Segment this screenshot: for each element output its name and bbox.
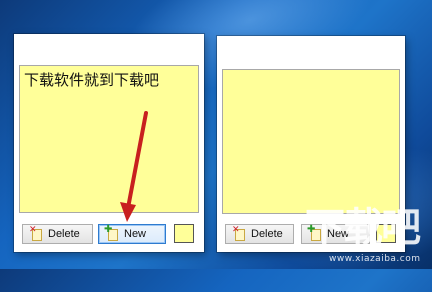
watermark-url: www.xiazaiba.com — [329, 254, 421, 264]
watermark-logo: 下载吧 www.xiazaiba.com — [305, 204, 430, 266]
color-swatch[interactable] — [174, 224, 194, 243]
delete-note-icon: ✕ — [232, 225, 246, 241]
delete-button-label: Delete — [48, 228, 80, 240]
delete-note-icon: ✕ — [29, 225, 43, 241]
delete-button[interactable]: ✕ Delete — [22, 224, 93, 244]
note-text-area[interactable] — [222, 69, 400, 214]
note-text-area[interactable]: 下载软件就到下载吧 — [19, 65, 199, 213]
new-button-label: New — [124, 228, 147, 240]
new-button[interactable]: ✚ New — [98, 224, 166, 244]
sticky-note-window: 下载软件就到下载吧 ✕ Delete ✚ New — [14, 34, 204, 252]
new-note-icon: ✚ — [104, 224, 119, 241]
delete-button[interactable]: ✕ Delete — [225, 224, 294, 244]
delete-button-label: Delete — [251, 228, 283, 240]
watermark-text: 下载吧 — [305, 205, 421, 251]
